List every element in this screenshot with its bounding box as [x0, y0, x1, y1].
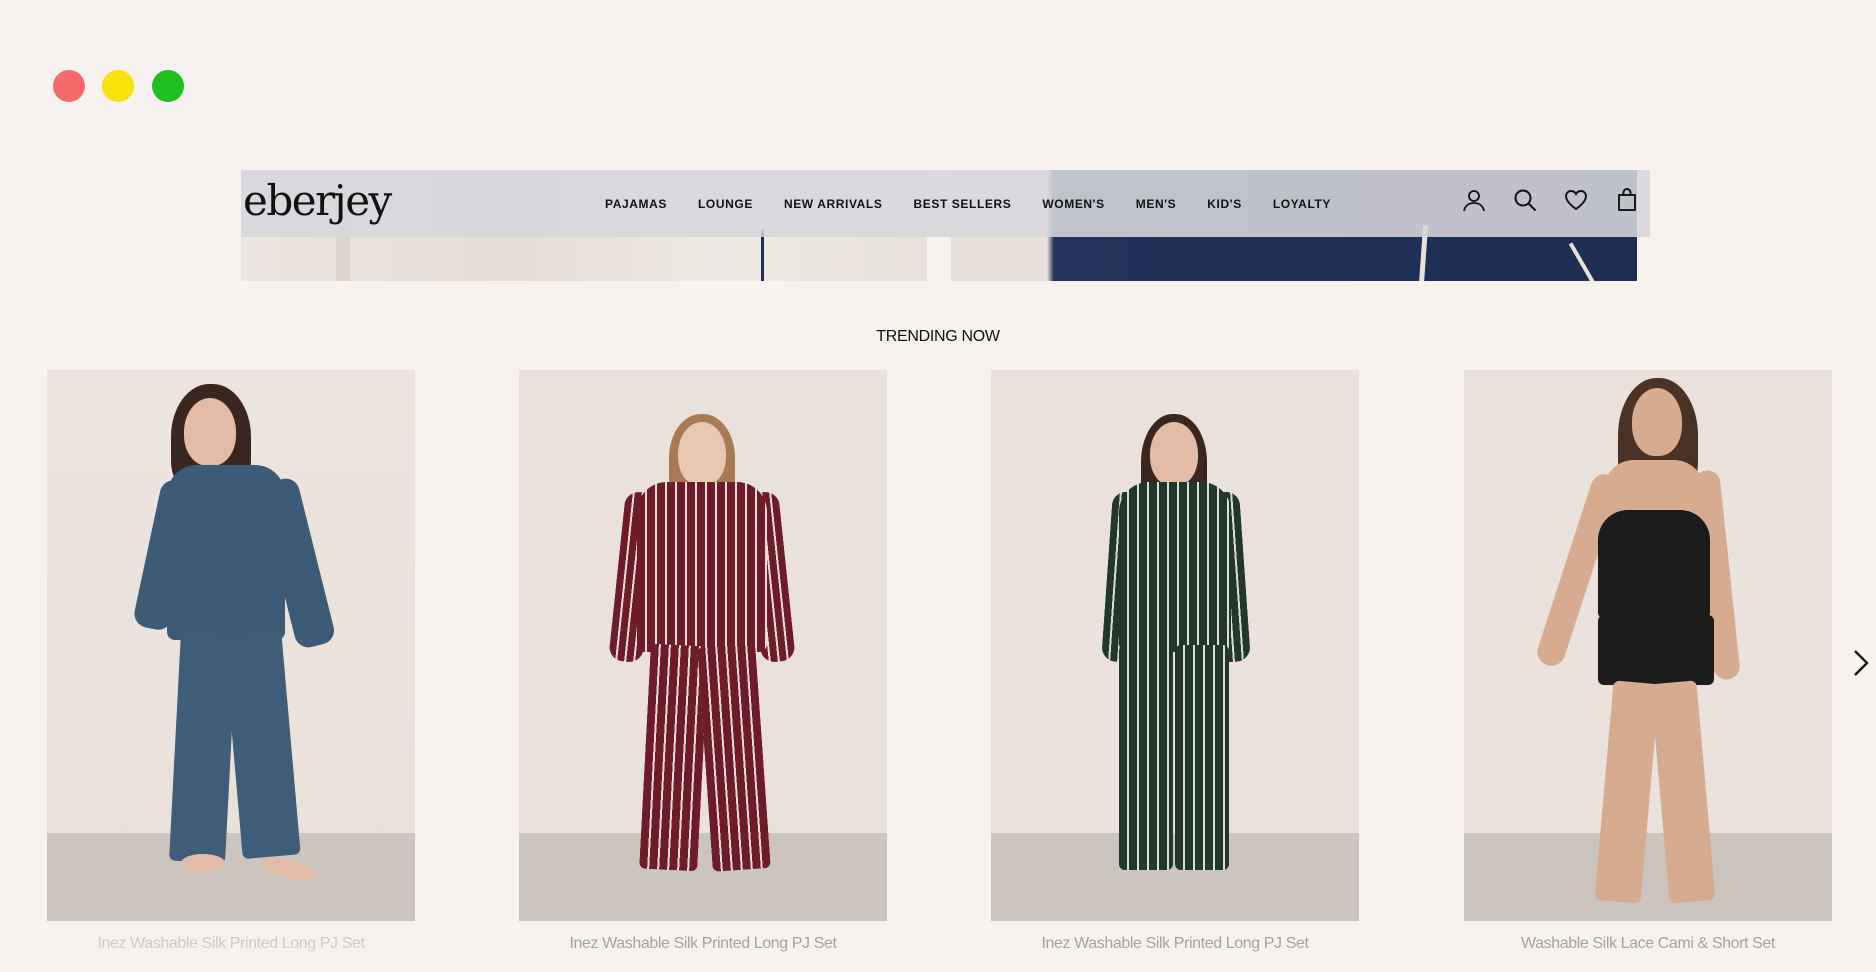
product-name[interactable]: Inez Washable Silk Printed Long PJ Set — [519, 935, 887, 953]
model-figure — [47, 370, 415, 921]
product-image[interactable] — [47, 370, 415, 921]
close-window-button[interactable] — [53, 70, 85, 102]
product-name[interactable]: Inez Washable Silk Printed Long PJ Set — [47, 935, 415, 953]
product-card[interactable]: Inez Washable Silk Printed Long PJ Set — [519, 370, 887, 952]
browser-window: eberjey PAJAMAS LOUNGE NEW ARRIVALS BEST… — [0, 0, 1876, 972]
heart-icon[interactable] — [1563, 187, 1589, 213]
shopping-bag-icon[interactable] — [1614, 187, 1640, 213]
nav-item-lounge[interactable]: LOUNGE — [698, 197, 753, 211]
nav-item-kids[interactable]: KID'S — [1207, 197, 1242, 211]
product-image[interactable] — [1464, 370, 1832, 921]
nav-item-new-arrivals[interactable]: NEW ARRIVALS — [784, 197, 883, 211]
minimize-window-button[interactable] — [102, 70, 134, 102]
model-figure — [519, 370, 887, 921]
product-card[interactable]: Inez Washable Silk Printed Long PJ Set — [991, 370, 1359, 952]
title-bar — [0, 0, 1876, 170]
nav-item-best-sellers[interactable]: BEST SELLERS — [913, 197, 1011, 211]
product-name[interactable]: Washable Silk Lace Cami & Short Set — [1464, 935, 1832, 953]
chevron-right-icon[interactable] — [1850, 648, 1872, 678]
product-name[interactable]: Inez Washable Silk Printed Long PJ Set — [991, 935, 1359, 953]
nav-item-womens[interactable]: WOMEN'S — [1042, 197, 1104, 211]
product-image[interactable] — [519, 370, 887, 921]
product-image[interactable] — [991, 370, 1359, 921]
search-icon[interactable] — [1512, 187, 1538, 213]
product-card[interactable]: Inez Washable Silk Printed Long PJ Set — [47, 370, 415, 952]
nav-item-pajamas[interactable]: PAJAMAS — [605, 197, 667, 211]
site-logo[interactable]: eberjey — [243, 176, 392, 225]
main-nav: PAJAMAS LOUNGE NEW ARRIVALS BEST SELLERS… — [605, 170, 1362, 237]
product-card[interactable]: Washable Silk Lace Cami & Short Set — [1464, 370, 1832, 952]
model-figure — [1464, 370, 1832, 921]
maximize-window-button[interactable] — [152, 70, 184, 102]
account-icon[interactable] — [1461, 187, 1487, 213]
header-icons — [1461, 187, 1640, 213]
site-header: eberjey PAJAMAS LOUNGE NEW ARRIVALS BEST… — [241, 170, 1650, 237]
nav-item-mens[interactable]: MEN'S — [1136, 197, 1177, 211]
nav-item-loyalty[interactable]: LOYALTY — [1273, 197, 1331, 211]
model-figure — [991, 370, 1359, 921]
section-title: TRENDING NOW — [876, 328, 1000, 345]
